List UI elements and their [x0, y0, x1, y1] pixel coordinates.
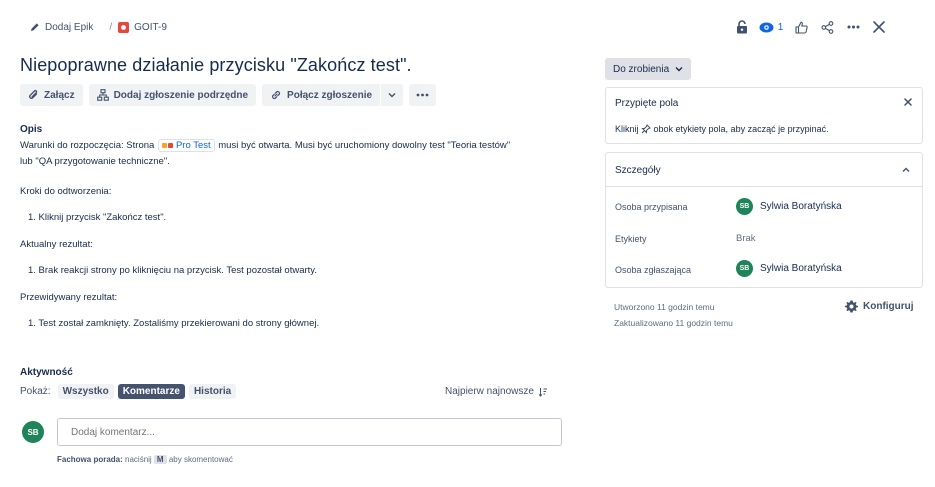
gear-icon — [845, 300, 858, 313]
description-line-2: lub "QA przygotowanie techniczne". — [20, 156, 170, 167]
status-label: Do zrobienia — [613, 63, 670, 75]
sort-button[interactable]: Najpierw najnowsze — [445, 386, 548, 397]
chevron-down-icon — [675, 67, 683, 72]
link-icon — [272, 90, 281, 100]
chevron-up-icon — [902, 167, 910, 172]
hierarchy-icon — [96, 89, 109, 101]
reporter-avatar: SB — [736, 260, 753, 277]
bug-icon — [118, 21, 130, 33]
description-heading: Opis — [20, 124, 43, 135]
close-pinned-icon[interactable] — [904, 98, 912, 109]
lock-icon[interactable] — [730, 20, 754, 34]
tab-all[interactable]: Wszystko — [57, 384, 114, 399]
sort-label: Najpierw najnowsze — [445, 386, 534, 397]
pro-tip-rest: aby skomentować — [166, 455, 233, 464]
reporter-name: Sylwia Boratyńska — [760, 263, 842, 274]
link-issue-dropdown[interactable] — [381, 84, 404, 106]
action-bar: Załącz Dodaj zgłoszenie podrzędne Połącz… — [20, 84, 437, 106]
assignee-name: Sylwia Boratyńska — [760, 201, 842, 212]
add-child-issue-label: Dodaj zgłoszenie podrzędne — [113, 89, 249, 101]
chevron-down-icon — [388, 93, 396, 98]
actual-result-item: 1. Brak reakcji strony po kliknięciu na … — [28, 265, 317, 276]
show-label: Pokaż: — [20, 386, 51, 397]
more-actions-icon[interactable] — [840, 25, 866, 29]
pinned-hint-after: obok etykiety pola, aby zacząć je przypi… — [651, 124, 829, 134]
comment-input[interactable] — [57, 418, 562, 446]
breadcrumb: Dodaj Epik / GOIT-9 — [30, 19, 167, 35]
details-panel: Szczegóły Osoba przypisana SB Sylwia Bor… — [605, 152, 923, 288]
link-issue-button[interactable]: Połącz zgłoszenie — [262, 84, 381, 106]
pro-tip: Fachowa porada: naciśnij M aby skomentow… — [57, 455, 233, 464]
breadcrumb-separator: / — [109, 21, 113, 33]
pinned-fields-hint: Kliknij obok etykiety pola, aby zacząć j… — [615, 124, 829, 134]
more-actions-button[interactable] — [409, 84, 437, 106]
labels-value[interactable]: Brak — [736, 233, 756, 244]
expected-result-label: Przewidywany rezultat: — [20, 292, 118, 303]
pinned-fields-title: Przypięte pola — [615, 98, 679, 109]
like-icon[interactable] — [788, 21, 814, 34]
tab-comments[interactable]: Komentarze — [117, 384, 185, 399]
watch-button[interactable]: 1 — [754, 22, 788, 33]
step-item: 1. Kliknij przycisk "Zakończ test". — [28, 212, 167, 223]
pro-tip-bold: Fachowa porada: — [57, 455, 123, 464]
preconditions-text: Warunki do rozpoczęcia: Strona — [20, 140, 157, 151]
site-favicon-icon — [161, 143, 173, 148]
watch-count: 1 — [777, 21, 784, 33]
details-header[interactable]: Szczegóły — [606, 153, 922, 187]
link-issue-label: Połącz zgłoszenie — [287, 89, 373, 101]
share-icon[interactable] — [814, 20, 840, 34]
description-line-1[interactable]: Warunki do rozpoczęcia: Strona Pro Test … — [20, 139, 510, 152]
more-icon — [416, 93, 429, 97]
configure-button[interactable]: Konfiguruj — [845, 300, 914, 313]
activity-heading: Aktywność — [20, 367, 73, 378]
created-timestamp: Utworzono 11 godzin temu — [614, 302, 715, 312]
actual-result-label: Aktualny rezultat: — [20, 239, 93, 250]
eye-icon — [759, 22, 774, 32]
reporter-label: Osoba zgłaszająca — [615, 265, 692, 275]
close-icon[interactable] — [866, 21, 892, 33]
labels-label: Etykiety — [615, 234, 647, 244]
steps-label: Kroki do odtworzenia: — [20, 186, 112, 197]
attach-button[interactable]: Załącz — [20, 84, 83, 106]
assignee-label: Osoba przypisana — [615, 202, 688, 212]
pro-tip-key: M — [153, 455, 167, 464]
top-toolbar: 1 — [730, 18, 892, 36]
pro-test-link[interactable]: Pro Test — [157, 139, 215, 152]
pro-tip-press: naciśnij — [122, 455, 154, 464]
issue-key-label: GOIT-9 — [134, 21, 167, 33]
pencil-icon — [31, 23, 39, 31]
activity-filter: Pokaż: Wszystko Komentarze Historia — [20, 384, 240, 399]
issue-key-link[interactable]: GOIT-9 — [118, 21, 167, 33]
status-dropdown[interactable]: Do zrobienia — [605, 58, 692, 80]
pinned-fields-panel: Przypięte pola Kliknij obok etykiety pol… — [605, 87, 923, 144]
configure-label: Konfiguruj — [863, 301, 914, 312]
attach-label: Załącz — [44, 89, 75, 101]
tab-history[interactable]: Historia — [188, 384, 237, 399]
pro-test-link-label: Pro Test — [175, 140, 211, 151]
updated-timestamp: Zaktualizowano 11 godzin temu — [614, 318, 733, 328]
expected-result-item: 1. Test został zamknięty. Zostaliśmy prz… — [28, 318, 320, 329]
details-title: Szczegóły — [615, 165, 661, 176]
add-epic-label: Dodaj Epik — [45, 21, 94, 33]
add-child-issue-button[interactable]: Dodaj zgłoszenie podrzędne — [88, 84, 257, 106]
sort-icon — [538, 387, 547, 397]
pinned-hint-before: Kliknij — [615, 124, 642, 134]
add-epic-link[interactable]: Dodaj Epik — [30, 22, 93, 33]
assignee-field[interactable]: SB Sylwia Boratyńska — [736, 198, 842, 215]
current-user-avatar: SB — [22, 421, 44, 443]
preconditions-text-rest: musi być otwarta. Musi być uruchomiony d… — [215, 140, 511, 151]
paperclip-icon — [29, 90, 38, 99]
issue-title[interactable]: Niepoprawne działanie przycisku "Zakończ… — [20, 55, 412, 76]
assignee-avatar: SB — [736, 198, 753, 215]
reporter-field[interactable]: SB Sylwia Boratyńska — [736, 260, 842, 277]
pin-icon — [641, 124, 651, 134]
